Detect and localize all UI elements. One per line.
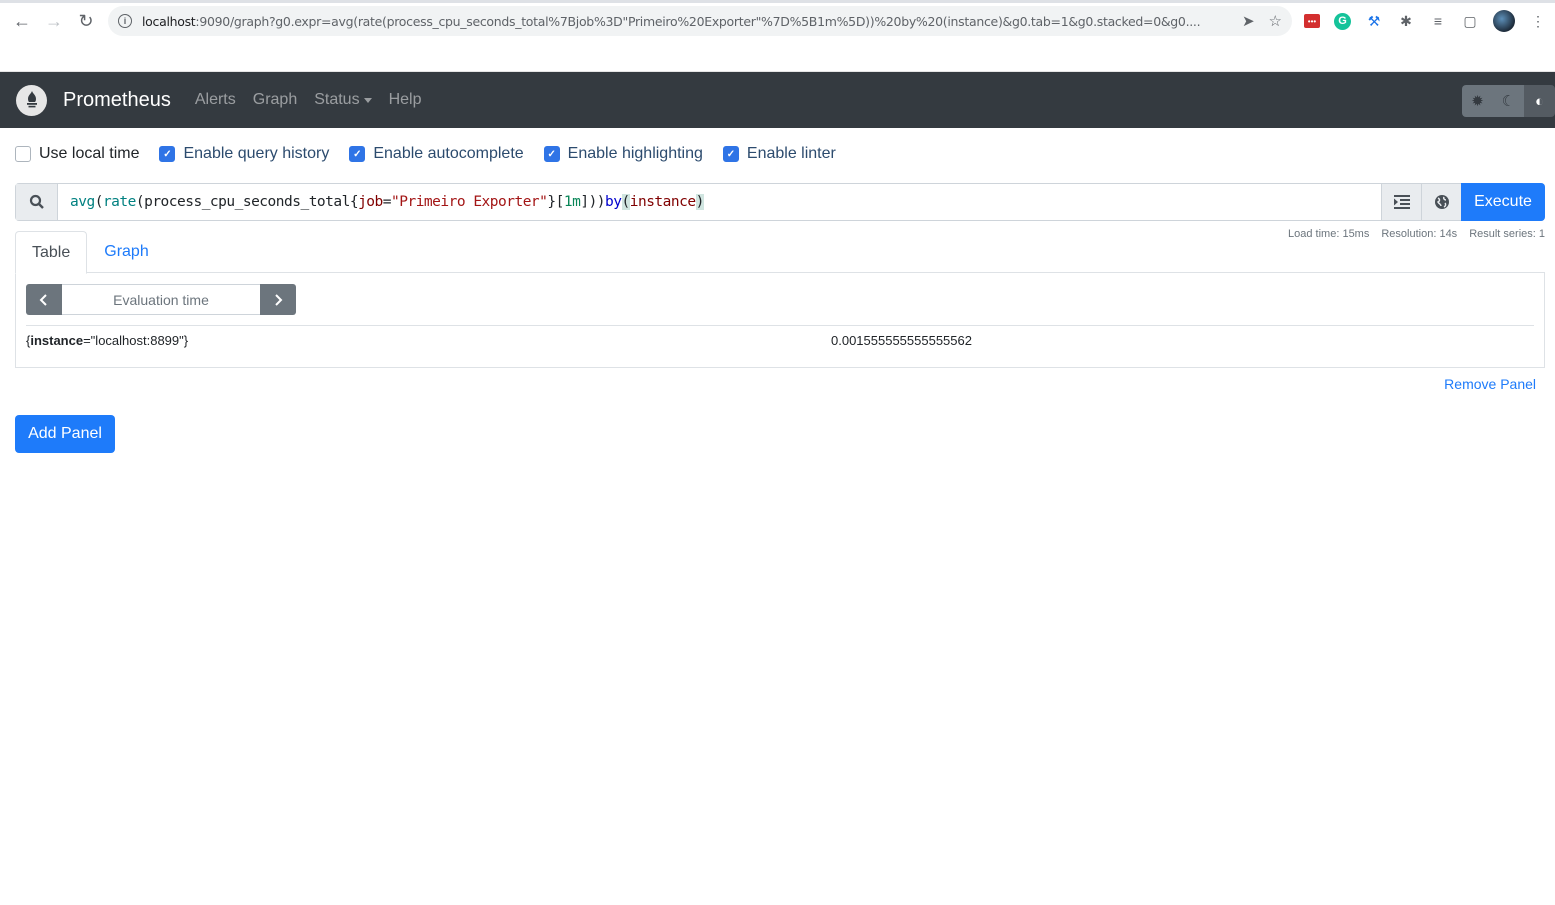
search-icon <box>16 184 58 220</box>
theme-toggle-group: ✹ ☾ ◐ <box>1462 85 1555 117</box>
expression-bar: avg(rate(process_cpu_seconds_total{job = "… <box>15 183 1545 221</box>
url-text[interactable]: localhost:9090/graph?g0.expr=avg(rate(pr… <box>142 14 1227 29</box>
load-time: Load time: 15ms <box>1288 228 1370 240</box>
remove-panel-link[interactable]: Remove Panel <box>1444 376 1536 392</box>
tab-strip <box>0 0 1555 3</box>
token-label-name: instance <box>629 194 696 210</box>
autocomplete-checkbox[interactable]: ✓ <box>349 146 366 162</box>
lastpass-icon[interactable]: ••• <box>1304 14 1320 28</box>
linter-checkbox[interactable]: ✓ <box>722 146 739 162</box>
dark-theme-moon-icon[interactable]: ☾ <box>1493 85 1524 117</box>
use-local-time-checkbox[interactable] <box>15 146 31 162</box>
query-history-label: Enable query history <box>183 145 330 162</box>
use-local-time-label: Use local time <box>39 145 140 162</box>
token-function: rate <box>102 194 136 210</box>
result-value: 0.001555555555555562 <box>831 333 972 348</box>
chevron-right-icon <box>275 293 283 306</box>
metric-label-name: instance <box>30 333 84 348</box>
table-row: {instance="localhost:8899"} 0.0015555555… <box>26 325 1534 355</box>
tab-graph[interactable]: Graph <box>87 231 165 273</box>
token-keyword: by <box>605 194 622 210</box>
forward-icon[interactable]: → <box>38 6 70 36</box>
browser-chrome: ← → ↻ i localhost:9090/graph?g0.expr=avg… <box>0 0 1555 72</box>
query-history-option[interactable]: ✓ Enable query history <box>159 145 329 163</box>
panel-header: Table Graph Load time: 15ms Resolution: … <box>15 228 1545 274</box>
token-duration: 1m <box>563 194 581 210</box>
url-path: :9090/graph?g0.expr=avg(rate(process_cpu… <box>195 13 1201 29</box>
token-brace: { <box>349 194 359 210</box>
nav-status-label: Status <box>314 91 360 108</box>
dev-tool-icon[interactable]: ⚒ <box>1365 12 1383 30</box>
format-expression-icon[interactable] <box>1381 184 1421 220</box>
metrics-explorer-globe-icon[interactable] <box>1421 184 1461 220</box>
table-panel: Evaluation time {instance="localhost:889… <box>15 273 1545 368</box>
tab-table[interactable]: Table <box>15 231 88 274</box>
extensions-icon[interactable]: ✱ <box>1397 12 1415 30</box>
highlighting-checkbox[interactable]: ✓ <box>543 146 560 162</box>
result-series: Result series: 1 <box>1469 228 1545 240</box>
highlighting-option[interactable]: ✓ Enable highlighting <box>543 145 703 163</box>
profile-avatar[interactable] <box>1493 10 1515 32</box>
evaluation-time-control: Evaluation time <box>26 284 296 315</box>
nav-alerts[interactable]: Alerts <box>195 91 236 109</box>
eval-time-forward-button[interactable] <box>260 284 296 315</box>
grammarly-icon[interactable]: G <box>1334 12 1351 30</box>
url-host: localhost <box>142 13 196 29</box>
token-paren: ( <box>135 194 145 210</box>
query-stats: Load time: 15ms Resolution: 14s Result s… <box>1288 228 1545 240</box>
eval-time-back-button[interactable] <box>26 284 62 315</box>
token-metric: process_cpu_seconds_total <box>144 194 350 210</box>
caret-down-icon <box>363 97 372 103</box>
nav-status[interactable]: Status <box>314 91 372 109</box>
site-info-icon[interactable]: i <box>118 14 132 28</box>
menu-icon[interactable]: ⋮ <box>1529 12 1547 30</box>
linter-label: Enable linter <box>746 145 836 162</box>
nav-help[interactable]: Help <box>389 91 422 109</box>
query-history-checkbox[interactable]: ✓ <box>159 146 176 162</box>
autocomplete-option[interactable]: ✓ Enable autocomplete <box>349 145 524 163</box>
auto-theme-contrast-icon[interactable]: ◐ <box>1524 85 1555 117</box>
expression-input[interactable]: avg(rate(process_cpu_seconds_total{job = "… <box>58 184 1381 220</box>
nav-graph[interactable]: Graph <box>253 91 297 109</box>
resolution: Resolution: 14s <box>1381 228 1458 240</box>
token-bracket: [ <box>555 194 565 210</box>
reload-icon[interactable]: ↻ <box>70 6 102 36</box>
use-local-time-option[interactable]: Use local time <box>15 145 139 163</box>
highlighting-label: Enable highlighting <box>567 145 703 162</box>
token-brace: } <box>547 194 556 210</box>
autocomplete-label: Enable autocomplete <box>373 145 524 162</box>
token-bracket: ] <box>580 194 589 210</box>
result-metric: {instance="localhost:8899"} <box>26 333 831 348</box>
evaluation-time-input[interactable]: Evaluation time <box>62 284 260 315</box>
token-paren-matched: ( <box>621 194 630 210</box>
token-operator: = <box>382 194 392 210</box>
navbar: Prometheus Alerts Graph Status Help ✹ ☾ … <box>0 72 1555 128</box>
sidepanel-icon[interactable]: ▢ <box>1461 12 1479 30</box>
execute-button[interactable]: Execute <box>1461 183 1545 221</box>
token-paren: ( <box>94 194 104 210</box>
linter-option[interactable]: ✓ Enable linter <box>722 145 836 163</box>
light-theme-sun-icon[interactable]: ✹ <box>1462 85 1493 117</box>
chevron-left-icon <box>39 293 47 306</box>
brand-title[interactable]: Prometheus <box>63 89 171 112</box>
query-options: Use local time ✓ Enable query history ✓ … <box>0 128 1555 180</box>
prometheus-logo-icon[interactable] <box>16 84 47 116</box>
add-panel-button[interactable]: Add Panel <box>15 415 115 453</box>
token-paren-matched: ) <box>695 194 704 210</box>
bookmark-star-icon[interactable]: ☆ <box>1269 12 1282 30</box>
token-paren: )) <box>588 194 606 210</box>
token-string: "Primeiro Exporter" <box>391 194 548 210</box>
metric-label-value: ="localhost:8899"} <box>83 333 189 348</box>
token-function: avg <box>70 194 95 210</box>
address-bar[interactable]: i localhost:9090/graph?g0.expr=avg(rate(… <box>108 6 1292 36</box>
token-label-name: job <box>358 194 383 210</box>
back-icon[interactable]: ← <box>6 6 38 36</box>
share-icon[interactable]: ➤ <box>1242 12 1255 30</box>
media-icon[interactable]: ≡ <box>1429 12 1447 30</box>
